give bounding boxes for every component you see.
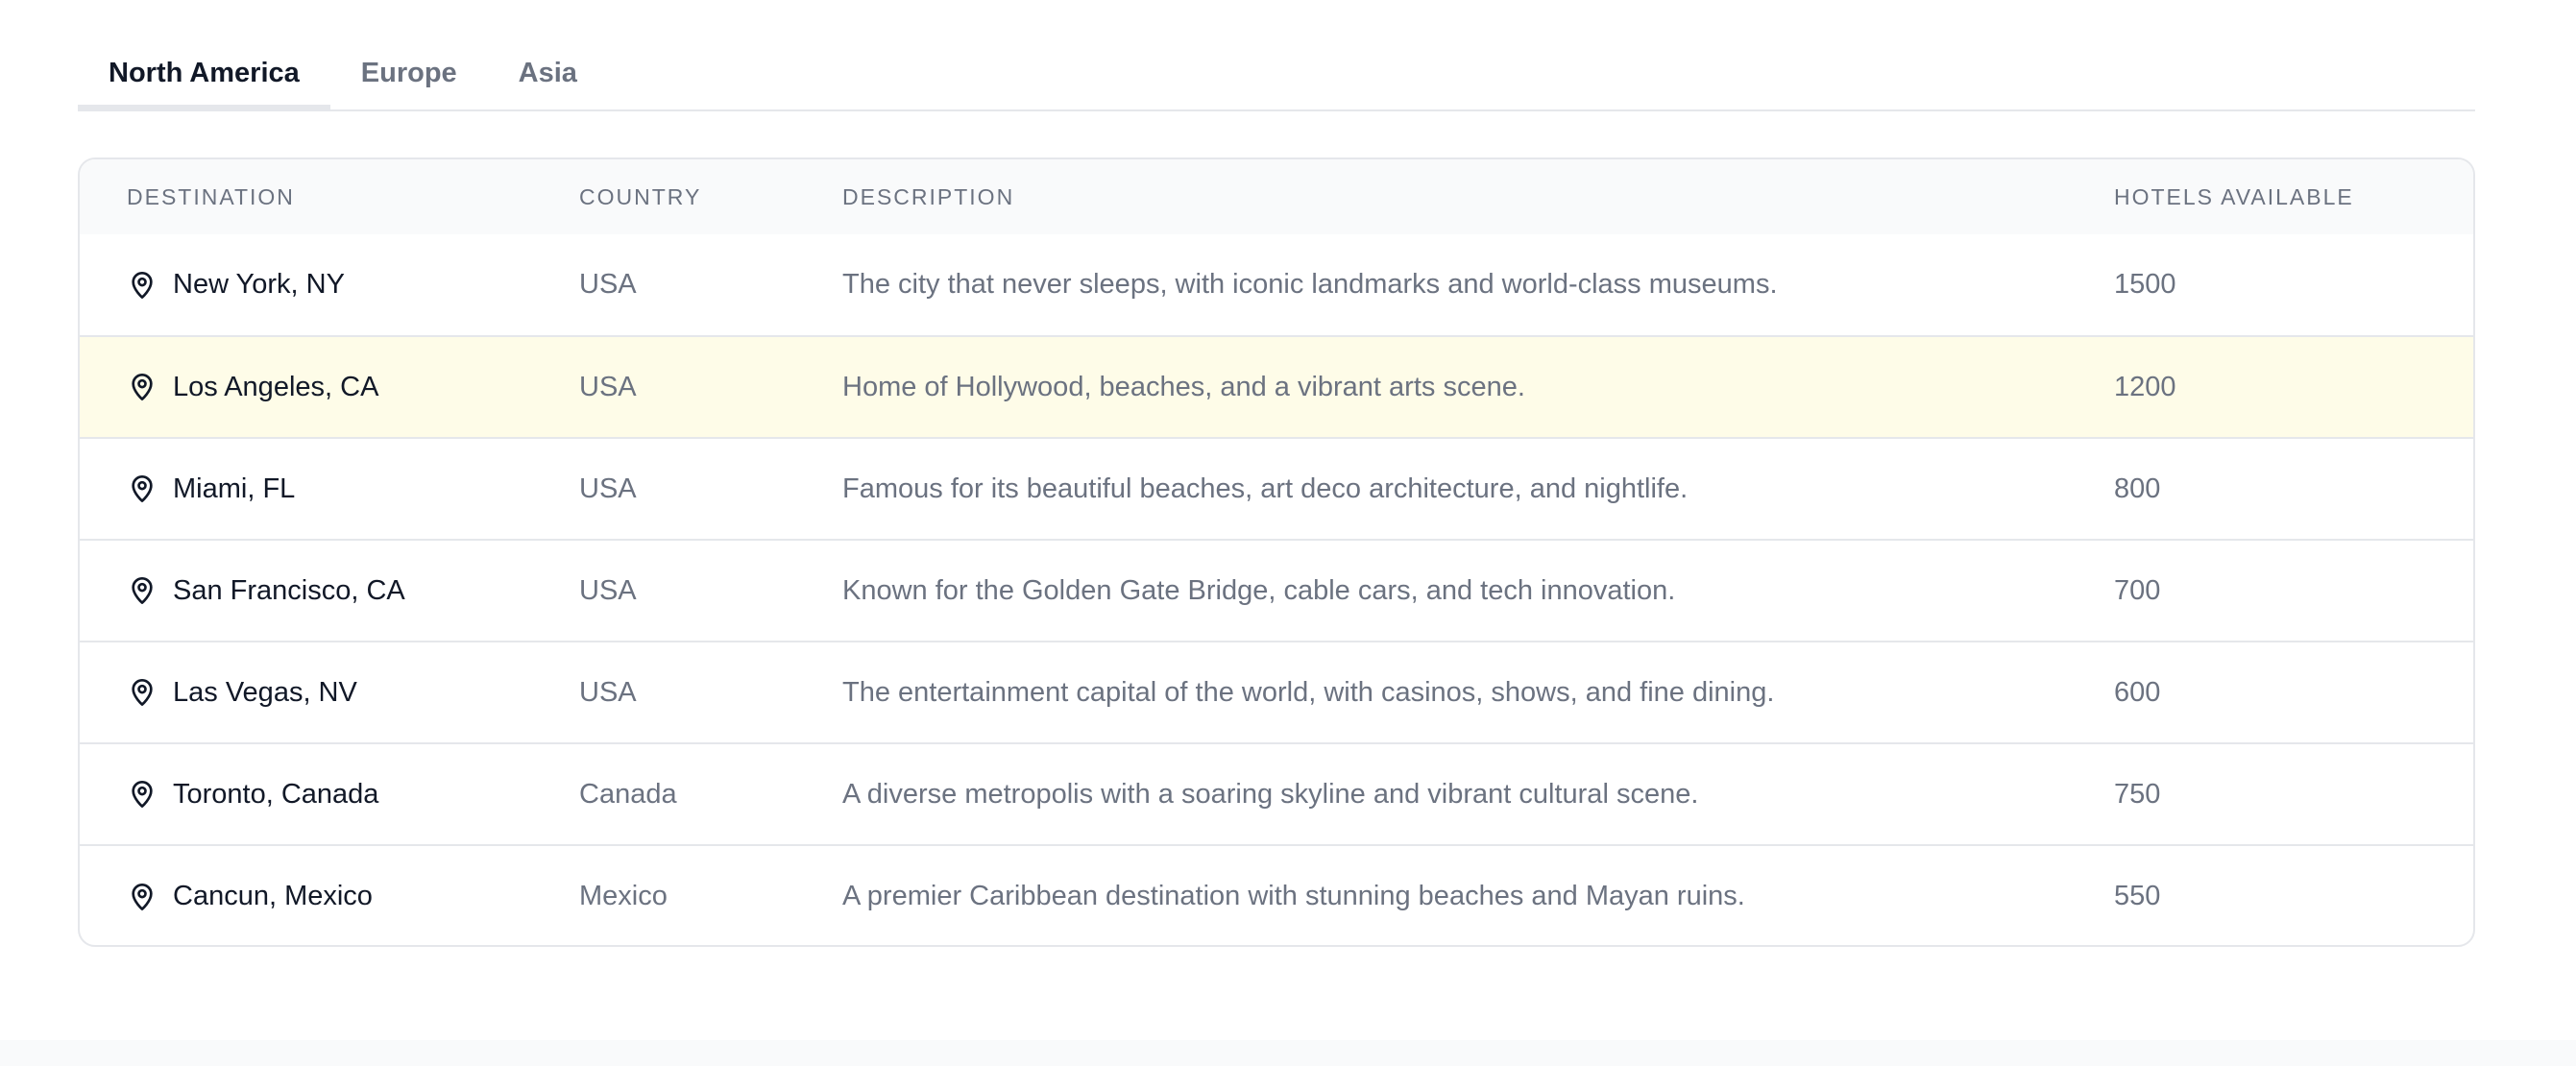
destination-name: Los Angeles, CA [173, 371, 379, 402]
cell-destination: Cancun, Mexico [80, 845, 579, 945]
map-pin-icon [127, 677, 158, 708]
map-pin-icon [127, 372, 158, 402]
destination-cell-content: Miami, FL [127, 473, 579, 505]
cell-description: The entertainment capital of the world, … [842, 676, 1775, 708]
cell-description: Home of Hollywood, beaches, and a vibran… [842, 371, 1525, 402]
map-pin-icon [127, 779, 158, 810]
table-row[interactable]: Los Angeles, CA USA Home of Hollywood, bea… [80, 336, 2473, 438]
destination-name: San Francisco, CA [173, 574, 405, 606]
table-row[interactable]: San Francisco, CA USA Known for the Golden… [80, 540, 2473, 642]
map-pin-icon [127, 882, 158, 912]
destinations-table-card: DESTINATION COUNTRY DESCRIPTION HOTELS A… [78, 157, 2475, 947]
column-header-hotels-available: HOTELS AVAILABLE [2114, 183, 2354, 209]
map-pin-icon [127, 575, 158, 606]
column-header-description: DESCRIPTION [842, 183, 1015, 209]
table-row[interactable]: New York, NY USA The city that never sleep… [80, 234, 2473, 336]
cell-description: Known for the Golden Gate Bridge, cable … [842, 574, 1676, 606]
table-body: New York, NY USA The city that never sleep… [80, 234, 2473, 945]
destination-cell-content: Los Angeles, CA [127, 372, 579, 403]
destination-name: New York, NY [173, 269, 345, 300]
cell-country: USA [579, 269, 637, 300]
map-pin-icon [127, 473, 158, 504]
cell-country: Mexico [579, 881, 668, 911]
cell-description: Famous for its beautiful beaches, art de… [842, 472, 1689, 504]
cell-description: A diverse metropolis with a soaring skyl… [842, 778, 1699, 810]
destination-name: Toronto, Canada [173, 778, 379, 810]
table-header-row: DESTINATION COUNTRY DESCRIPTION HOTELS A… [80, 159, 2473, 234]
table-row[interactable]: Miami, FL USA Famous for its beautiful bea… [80, 438, 2473, 540]
cell-destination: Miami, FL [80, 438, 579, 540]
cell-destination: Toronto, Canada [80, 743, 579, 845]
destination-cell-content: New York, NY [127, 269, 579, 301]
cell-country: USA [579, 574, 637, 606]
cell-description: A premier Caribbean destination with stu… [842, 881, 1745, 911]
cell-destination: San Francisco, CA [80, 540, 579, 642]
table-row[interactable]: Toronto, Canada Canada A diverse metropoli… [80, 743, 2473, 845]
cell-description: The city that never sleeps, with iconic … [842, 269, 1778, 300]
destination-name: Cancun, Mexico [173, 881, 373, 911]
cell-country: USA [579, 371, 637, 402]
cell-destination: Los Angeles, CA [80, 336, 579, 438]
destination-cell-content: Toronto, Canada [127, 779, 579, 811]
cell-hotels-available: 1500 [2114, 269, 2176, 300]
tab-europe[interactable]: Europe [330, 46, 488, 108]
cell-country: Canada [579, 778, 677, 810]
region-tabs: North America Europe Asia [78, 46, 2475, 111]
cell-hotels-available: 600 [2114, 676, 2161, 708]
destination-cell-content: Cancun, Mexico [127, 881, 579, 912]
cell-destination: Las Vegas, NV [80, 642, 579, 743]
map-pin-icon [127, 270, 158, 301]
cell-destination: New York, NY [80, 234, 579, 336]
table-row[interactable]: Las Vegas, NV USA The entertainment capita… [80, 642, 2473, 743]
destination-cell-content: San Francisco, CA [127, 575, 579, 607]
cell-hotels-available: 700 [2114, 574, 2161, 606]
destination-name: Las Vegas, NV [173, 676, 357, 708]
cell-country: USA [579, 472, 637, 504]
cell-hotels-available: 1200 [2114, 371, 2176, 402]
destination-cell-content: Las Vegas, NV [127, 677, 579, 709]
destination-name: Miami, FL [173, 472, 296, 504]
destinations-table: DESTINATION COUNTRY DESCRIPTION HOTELS A… [80, 159, 2473, 945]
cell-hotels-available: 550 [2114, 881, 2161, 911]
tab-asia[interactable]: Asia [488, 46, 608, 108]
cell-country: USA [579, 676, 637, 708]
table-row[interactable]: Cancun, Mexico Mexico A premier Caribbean … [80, 845, 2473, 945]
column-header-destination: DESTINATION [127, 183, 295, 209]
column-header-country: COUNTRY [579, 183, 702, 209]
footer-bar [0, 1040, 2576, 1066]
cell-hotels-available: 800 [2114, 472, 2161, 504]
cell-hotels-available: 750 [2114, 778, 2161, 810]
tab-north-america[interactable]: North America [78, 46, 330, 110]
